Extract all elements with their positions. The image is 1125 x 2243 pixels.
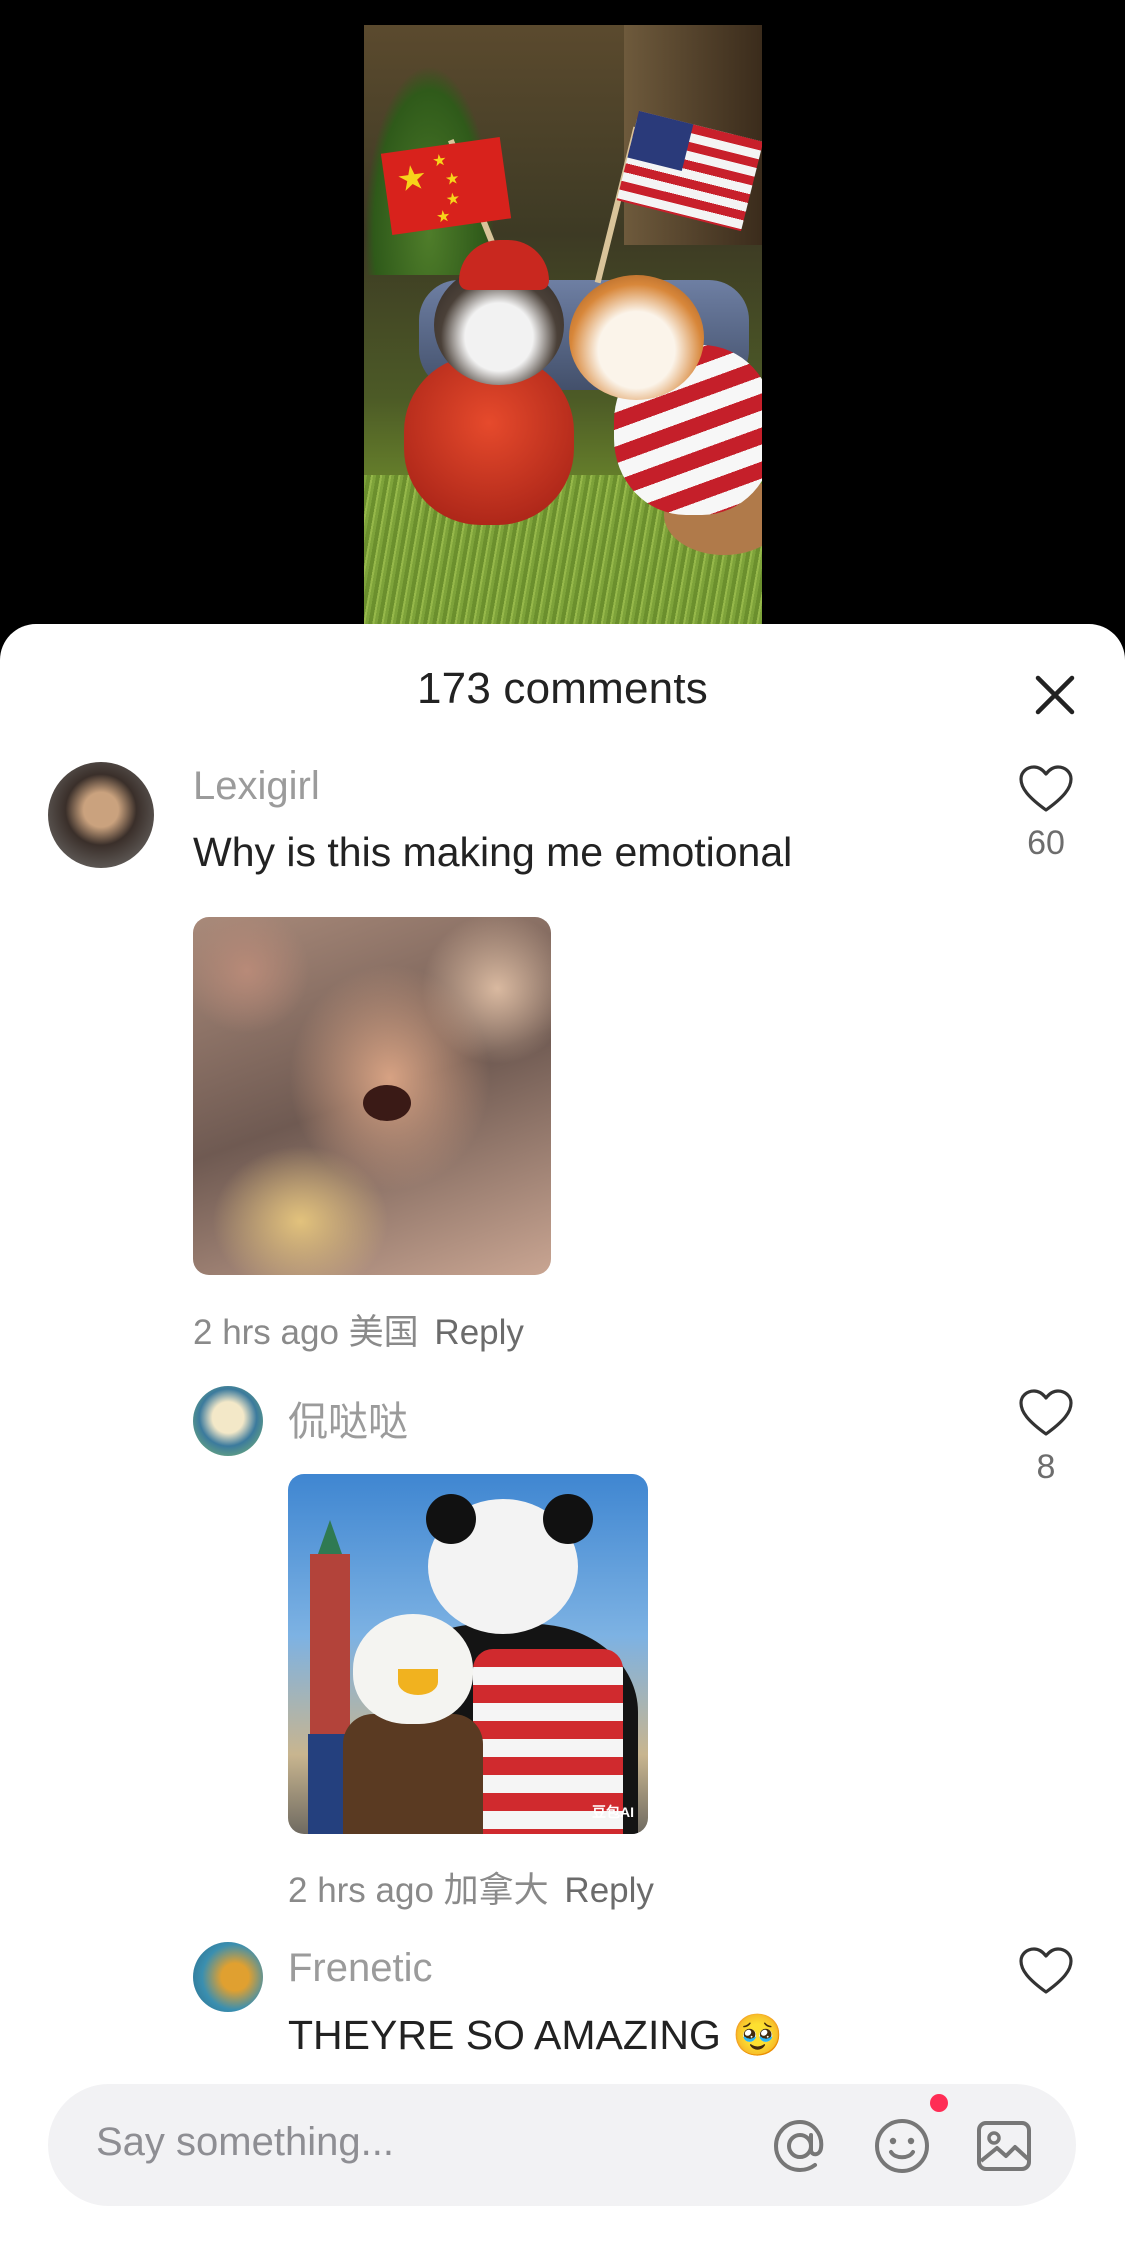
comment-input[interactable]: Say something... [96,2120,394,2165]
video-thumbnail[interactable]: ★ ★ ★ ★ ★ [364,25,762,625]
panda-ear [543,1494,593,1544]
like-count: 8 [1036,1448,1056,1486]
comment-username[interactable]: Lexigirl [193,764,320,809]
comment-meta: 2 hrs ago 美国 Reply [193,1304,524,1355]
reply-button[interactable]: Reply [564,1871,653,1910]
like-button[interactable]: 60 [1011,764,1081,863]
comments-count-title: 173 comments [417,664,708,713]
comment-location: 加拿大 [443,1871,549,1910]
like-count: 60 [1027,824,1065,862]
comments-sheet: 173 comments Lexigirl Why is this making… [0,624,1125,2243]
avatar[interactable] [193,1386,263,1456]
comment-username[interactable]: Frenetic [288,1946,433,1991]
heart-icon [1019,765,1073,812]
close-icon[interactable] [1030,670,1080,720]
avatar[interactable] [48,762,154,868]
comment-meta: 2 hrs ago 加拿大 Reply [288,1862,654,1913]
comment-image-crying-collage[interactable] [193,917,551,1275]
at-icon[interactable] [768,2114,832,2178]
comment-image-panda-eagle[interactable]: 豆包AI [288,1474,648,1834]
like-button[interactable] [1011,1946,1081,1996]
comment-location: 美国 [348,1313,419,1352]
china-flag: ★ ★ ★ ★ ★ [380,137,512,235]
avatar[interactable] [193,1942,263,2012]
kitten-right-head [569,275,704,400]
heart-icon [1019,1389,1073,1436]
emoji-icon[interactable] [870,2114,934,2178]
crying-mouth [363,1085,411,1121]
eagle-beak [398,1669,438,1695]
comment-time: 2 hrs ago [193,1313,339,1352]
image-watermark: 豆包AI [592,1804,634,1820]
notification-dot [930,2094,948,2112]
image-icon[interactable] [972,2114,1036,2178]
comment-text: THEYRE SO AMAZING 🥹 [288,2012,783,2060]
comment-time: 2 hrs ago [288,1871,434,1910]
like-button[interactable]: 8 [1011,1388,1081,1487]
comment-text: Why is this making me emotional [193,829,793,875]
reply-button[interactable]: Reply [434,1313,523,1352]
comment-username[interactable]: 侃哒哒 [288,1389,408,1447]
heart-icon [1019,1947,1073,1994]
comment-input-bar[interactable]: Say something... [48,2084,1076,2206]
eagle-body [343,1714,483,1834]
panda-ear [426,1494,476,1544]
comment-text-body: THEYRE SO AMAZING [288,2012,721,2058]
video-area[interactable]: ★ ★ ★ ★ ★ [0,0,1125,660]
holding-back-tears-emoji: 🥹 [732,2012,784,2058]
